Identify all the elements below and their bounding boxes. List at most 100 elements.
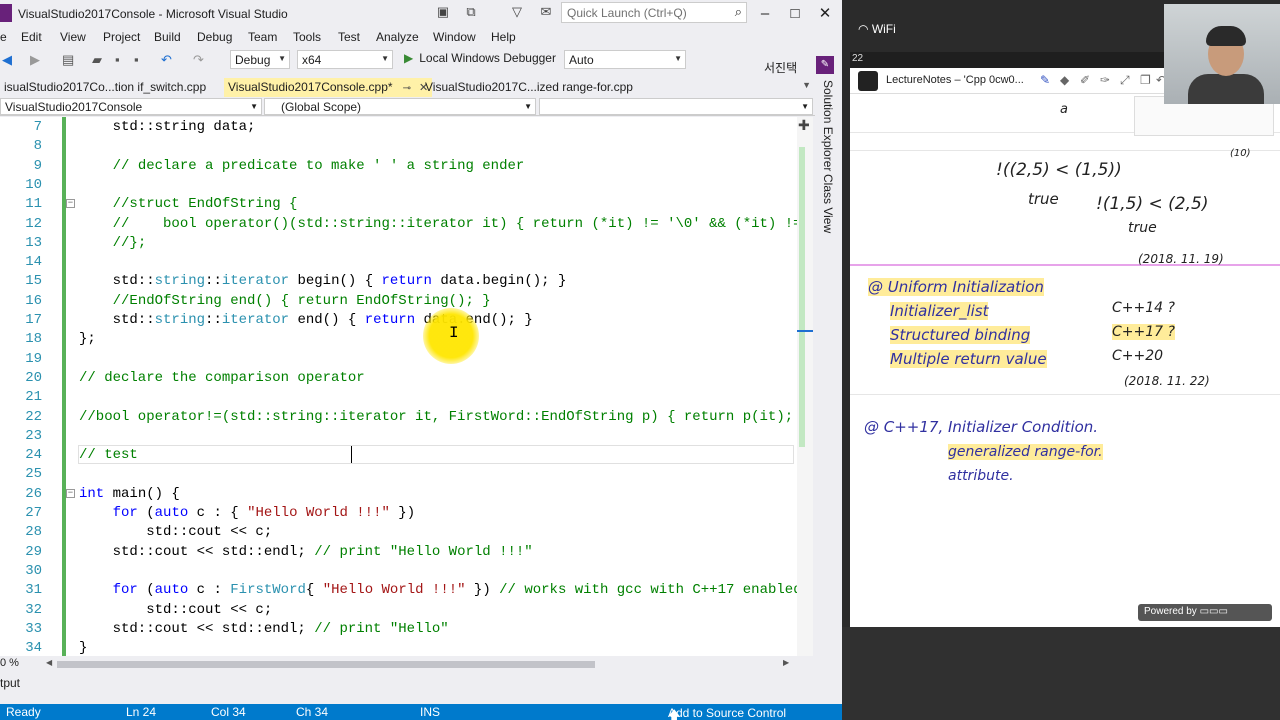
save-icon[interactable]: ▪: [115, 52, 120, 67]
feedback-icon[interactable]: ✉: [535, 2, 557, 22]
open-file-icon[interactable]: ▰: [92, 52, 102, 68]
code-line[interactable]: 8: [0, 137, 797, 156]
pen-icon[interactable]: ✎: [1040, 73, 1050, 87]
menu-file[interactable]: e: [0, 30, 7, 44]
code-line[interactable]: 18};: [0, 330, 797, 349]
code-line[interactable]: 25: [0, 465, 797, 484]
presenter-hair: [1206, 26, 1246, 46]
scroll-left-icon[interactable]: ◀: [46, 658, 52, 667]
code-line[interactable]: 9 // declare a predicate to make ' ' a s…: [0, 157, 797, 176]
class-view-tab[interactable]: Class View: [821, 174, 835, 233]
horizontal-scrollbar[interactable]: 0 % ◀ ▶: [0, 656, 797, 672]
quick-launch-input[interactable]: Quick Launch (Ctrl+Q) ⌕: [561, 2, 747, 23]
start-debug-button[interactable]: ▶ Local Windows Debugger: [404, 51, 556, 69]
forward-icon[interactable]: ▶: [30, 52, 40, 68]
redo-icon[interactable]: ↷: [193, 52, 204, 68]
menu-team[interactable]: Team: [248, 30, 277, 44]
project-select[interactable]: VisualStudio2017Console ▼: [0, 98, 262, 115]
config-select[interactable]: Debug ▼: [230, 50, 290, 69]
run-mode-select[interactable]: Auto ▼: [564, 50, 686, 69]
code-line[interactable]: 13 //};: [0, 234, 797, 253]
pin-icon[interactable]: ⊸: [403, 83, 411, 94]
note-text: Initializer_list: [890, 302, 989, 320]
close-button[interactable]: ✕: [810, 2, 840, 24]
tab-console-cpp[interactable]: VisualStudio2017Console.cpp* ⊸ ✕: [224, 78, 433, 97]
menu-window[interactable]: Window: [433, 30, 476, 44]
code-line[interactable]: 20 // declare the comparison operator: [0, 369, 797, 388]
line-number: 30: [25, 562, 42, 579]
code-line[interactable]: 10: [0, 176, 797, 195]
solution-explorer-tab[interactable]: Solution Explorer: [821, 80, 835, 171]
code-line[interactable]: 12 // bool operator()(std::string::itera…: [0, 215, 797, 234]
new-project-icon[interactable]: ▤: [62, 52, 74, 68]
code-text: std::cout << std::endl; // print "Hello": [79, 620, 449, 637]
platform-select[interactable]: x64 ▼: [297, 50, 393, 69]
eraser-icon[interactable]: ◆: [1060, 73, 1069, 87]
code-line[interactable]: 19: [0, 350, 797, 369]
code-line[interactable]: 11 − //struct EndOfString {: [0, 195, 797, 214]
menu-edit[interactable]: Edit: [21, 30, 42, 44]
code-line[interactable]: 21: [0, 388, 797, 407]
scroll-thumb[interactable]: [57, 661, 595, 668]
note-text: true: [1028, 190, 1059, 208]
tab-range-for[interactable]: VisualStudio2017C...ized range-for.cpp: [421, 78, 637, 97]
code-editor[interactable]: 7 std::string data; 8 9 // declare a predi…: [0, 117, 797, 656]
menu-tools[interactable]: Tools: [293, 30, 321, 44]
code-line[interactable]: 34}: [0, 639, 797, 656]
tab-if-switch[interactable]: isualStudio2017Co...tion if_switch.cpp: [0, 78, 210, 97]
code-line[interactable]: 26 − int main() {: [0, 485, 797, 504]
code-line[interactable]: 7 std::string data;: [0, 118, 797, 137]
vertical-scrollbar[interactable]: ✚: [797, 117, 813, 656]
highlighter-icon[interactable]: ✑: [1100, 73, 1110, 87]
collapse-icon[interactable]: −: [66, 199, 75, 209]
menu-analyze[interactable]: Analyze: [376, 30, 419, 44]
scroll-thumb[interactable]: [799, 147, 805, 447]
notes-page[interactable]: a !((2,5) < (1,5)) (10) true !(1,5) < (2…: [850, 94, 1280, 627]
menu-test[interactable]: Test: [338, 30, 360, 44]
zoom-level[interactable]: 0 %: [0, 657, 19, 669]
save-all-icon[interactable]: ▪: [134, 52, 139, 67]
tab-overflow-icon[interactable]: ▼: [802, 80, 811, 90]
filter-icon[interactable]: ▽: [506, 2, 528, 22]
maximize-button[interactable]: □: [780, 2, 810, 24]
code-text: // bool operator()(std::string::iterator…: [112, 215, 797, 232]
collapse-icon[interactable]: −: [66, 488, 75, 498]
code-line[interactable]: 29 std::cout << std::endl; // print "Hel…: [0, 543, 797, 562]
code-line[interactable]: 16 //EndOfString end() { return EndOfStr…: [0, 292, 797, 311]
code-line[interactable]: 22 //bool operator!=(std::string::iterato…: [0, 408, 797, 427]
menu-debug[interactable]: Debug: [197, 30, 232, 44]
chevron-down-icon: ▼: [674, 54, 682, 63]
undo-icon[interactable]: ↶: [161, 52, 172, 68]
restore-icon[interactable]: ⧉: [460, 2, 482, 22]
menu-view[interactable]: View: [60, 30, 86, 44]
scope-select[interactable]: (Global Scope) ▼: [264, 98, 536, 115]
code-line[interactable]: 14: [0, 253, 797, 272]
back-icon[interactable]: ◀: [2, 52, 12, 68]
line-number: 27: [25, 505, 42, 521]
quick-launch-placeholder: Quick Launch (Ctrl+Q): [567, 6, 687, 20]
code-line[interactable]: 30: [0, 562, 797, 581]
line-number: 19: [25, 350, 42, 367]
code-line[interactable]: 17 std::string::iterator end() { return …: [0, 311, 797, 330]
minimize-button[interactable]: –: [750, 2, 780, 24]
split-icon[interactable]: ✚: [798, 117, 810, 134]
scroll-right-icon[interactable]: ▶: [783, 658, 789, 667]
menu-project[interactable]: Project: [103, 30, 140, 44]
member-select[interactable]: ▼: [539, 98, 813, 115]
code-line[interactable]: 28 std::cout << c;: [0, 523, 797, 542]
copy-icon[interactable]: ❐: [1140, 73, 1151, 87]
output-tab[interactable]: tput: [0, 676, 20, 698]
code-line[interactable]: 33 std::cout << std::endl; // print "Hel…: [0, 620, 797, 639]
code-line[interactable]: 23: [0, 427, 797, 446]
menu-build[interactable]: Build: [154, 30, 181, 44]
code-line[interactable]: 15 std::string::iterator begin() { retur…: [0, 272, 797, 291]
code-text: std::cout << std::endl; // print "Hello …: [79, 543, 533, 560]
code-line[interactable]: 31 for (auto c : FirstWord{ "Hello World…: [0, 581, 797, 600]
code-line[interactable]: 32 std::cout << c;: [0, 601, 797, 620]
menu-help[interactable]: Help: [491, 30, 516, 44]
lasso-icon[interactable]: ⤢: [1120, 73, 1130, 88]
code-line[interactable]: 27 for (auto c : { "Hello World !!!" }): [0, 504, 797, 523]
marker-icon[interactable]: ✐: [1080, 73, 1090, 87]
screen-icon[interactable]: ▣: [432, 2, 454, 22]
code-line[interactable]: 24 // test: [0, 446, 797, 465]
